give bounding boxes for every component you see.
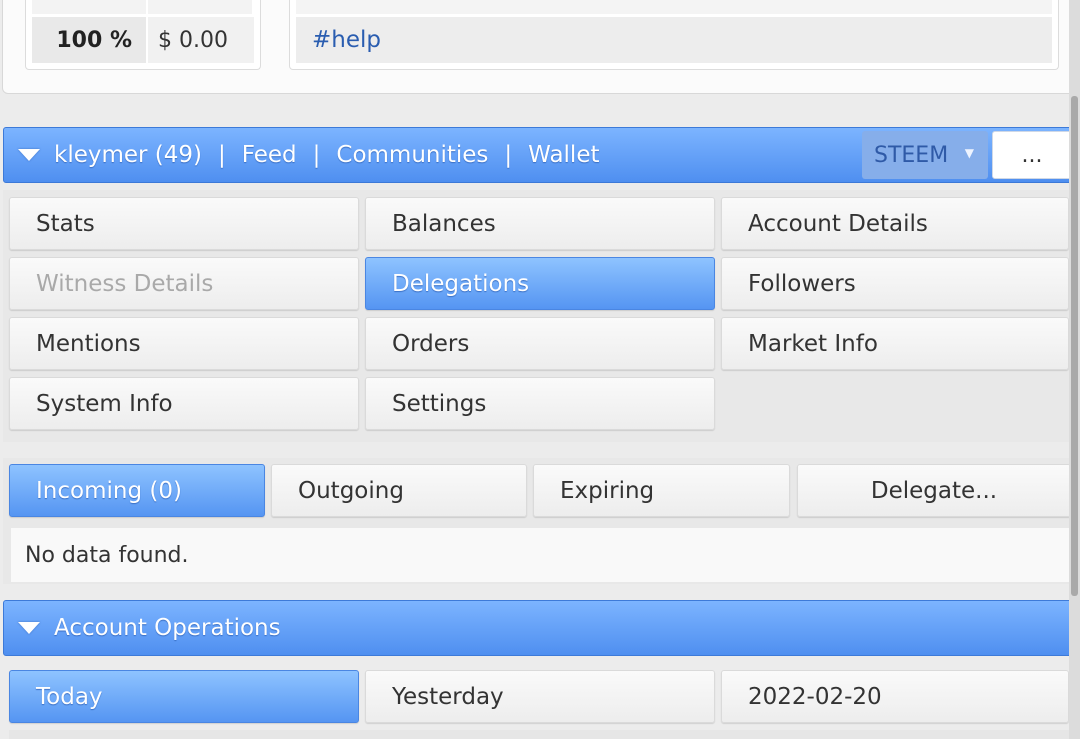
voting-power-table: 100 % $ 0.00	[25, 0, 261, 70]
tags-header-row	[296, 0, 1052, 14]
tab-orders[interactable]: Orders	[365, 317, 715, 370]
tab-witness-details[interactable]: Witness Details	[9, 257, 359, 310]
tab-followers[interactable]: Followers	[721, 257, 1069, 310]
separator: |	[312, 142, 321, 168]
separator: |	[504, 142, 513, 168]
currency-select-value: STEEM	[874, 142, 949, 168]
top-panel: 100 % $ 0.00 #help	[2, 0, 1076, 94]
tab-delegations[interactable]: Delegations	[365, 257, 715, 310]
no-data-message: No data found.	[11, 528, 1071, 582]
tab-incoming[interactable]: Incoming (0)	[9, 464, 265, 517]
tab-balances[interactable]: Balances	[365, 197, 715, 250]
collapse-triangle-icon[interactable]	[18, 622, 40, 634]
scrollbar-thumb[interactable]	[1071, 96, 1078, 596]
operations-title[interactable]: Account Operations	[54, 615, 281, 641]
currency-select[interactable]: STEEM ▼	[862, 131, 988, 179]
next-row-fragment	[9, 730, 1069, 739]
vote-value: $ 0.00	[148, 17, 254, 63]
tab-outgoing[interactable]: Outgoing	[271, 464, 527, 517]
separator: |	[218, 142, 226, 168]
tag-link-help[interactable]: #help	[312, 27, 381, 53]
tab-today[interactable]: Today	[9, 670, 359, 723]
more-button[interactable]: ...	[992, 131, 1072, 179]
caret-down-icon: ▼	[964, 146, 974, 160]
tab-expiring[interactable]: Expiring	[533, 464, 790, 517]
tab-settings[interactable]: Settings	[365, 377, 715, 430]
tab-stats[interactable]: Stats	[9, 197, 359, 250]
tags-row: #help	[296, 17, 1052, 63]
account-tabs-grid: Stats Balances Account Details Witness D…	[3, 190, 1077, 442]
collapse-triangle-icon[interactable]	[18, 149, 40, 161]
wallet-link[interactable]: Wallet	[528, 142, 599, 168]
mini-table-header-row	[32, 0, 254, 14]
delegate-button[interactable]: Delegate...	[797, 464, 1071, 517]
account-name-link[interactable]: kleymer (49)	[54, 142, 202, 168]
operations-header-bar: Account Operations	[3, 600, 1077, 656]
mini-table-row: 100 % $ 0.00	[32, 17, 254, 63]
tab-system-info[interactable]: System Info	[9, 377, 359, 430]
tab-market-info[interactable]: Market Info	[721, 317, 1069, 370]
tab-account-details[interactable]: Account Details	[721, 197, 1069, 250]
delegations-panel: Incoming (0) Outgoing Expiring Delegate.…	[3, 458, 1073, 584]
feed-link[interactable]: Feed	[242, 142, 297, 168]
tab-date-2022-02-20[interactable]: 2022-02-20	[721, 670, 1069, 723]
account-header-bar: kleymer (49) | Feed | Communities | Wall…	[3, 127, 1077, 183]
tab-mentions[interactable]: Mentions	[9, 317, 359, 370]
voting-percent: 100 %	[32, 17, 146, 63]
tab-yesterday[interactable]: Yesterday	[365, 670, 715, 723]
page-scrollbar[interactable]	[1069, 0, 1080, 739]
communities-link[interactable]: Communities	[336, 142, 488, 168]
tags-panel: #help	[289, 0, 1059, 70]
